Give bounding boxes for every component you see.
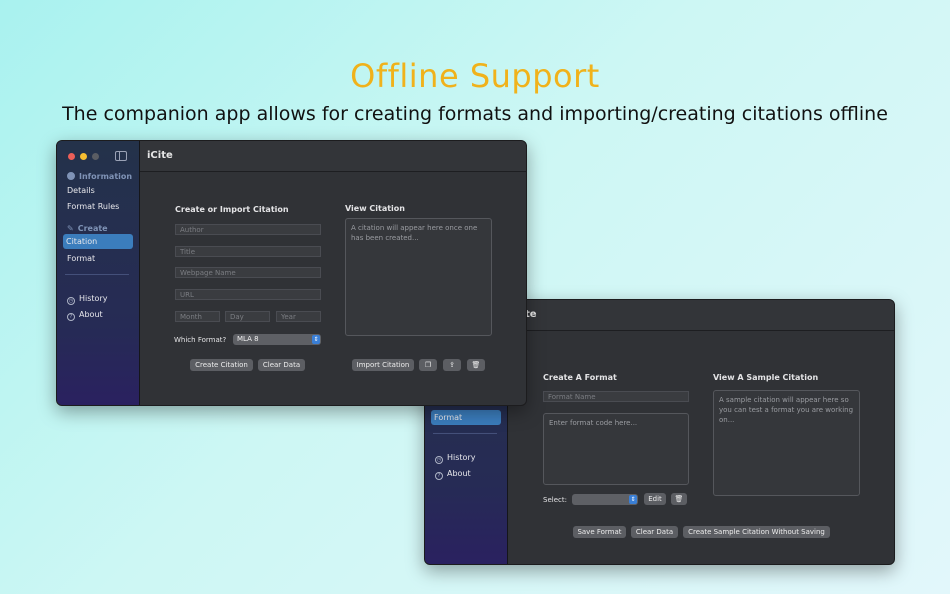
zoom-button[interactable] <box>92 153 99 160</box>
title-input[interactable]: Title <box>175 246 321 257</box>
window-title: iCite <box>147 150 173 161</box>
citation-window: Information Details Format Rules ✎ Create… <box>56 140 527 406</box>
sidebar-header-create: ✎ Create <box>67 224 108 233</box>
sample-citation-button[interactable]: Create Sample Citation Without Saving <box>683 526 830 538</box>
pencil-icon: ✎ <box>67 224 74 233</box>
create-citation-heading: Create or Import Citation <box>175 205 289 214</box>
share-icon: ⇪ <box>449 361 455 369</box>
sidebar-divider <box>433 433 497 434</box>
hero-subtitle: The companion app allows for creating fo… <box>62 103 888 125</box>
sidebar-item-details[interactable]: Details <box>67 186 95 195</box>
format-name-input[interactable]: Format Name <box>543 391 689 402</box>
format-select-value: MLA 8 <box>237 335 259 343</box>
question-icon: ? <box>435 472 443 480</box>
copy-button[interactable]: ❐ <box>419 359 437 371</box>
copy-icon: ❐ <box>424 361 432 369</box>
chevron-updown-icon: ⇕ <box>629 495 637 504</box>
format-select[interactable]: MLA 8 ⇕ <box>233 334 321 345</box>
which-format-label: Which Format? <box>174 336 227 344</box>
sidebar-item-format[interactable]: Format <box>67 254 95 263</box>
clear-format-button[interactable]: Clear Data <box>631 526 678 538</box>
save-format-button[interactable]: Save Format <box>573 526 626 538</box>
sidebar-item-format-label: Format <box>434 413 463 422</box>
edit-button[interactable]: Edit <box>644 493 666 505</box>
delete-format-button[interactable]: 🗑 <box>671 493 687 505</box>
minimize-button[interactable] <box>80 153 87 160</box>
day-input[interactable]: Day <box>225 311 270 322</box>
share-button[interactable]: ⇪ <box>443 359 461 371</box>
clear-data-button[interactable]: Clear Data <box>258 359 305 371</box>
history-label: History <box>79 294 108 303</box>
select-label: Select: <box>543 496 567 504</box>
hero-title: Offline Support <box>350 57 600 95</box>
delete-citation-button[interactable]: 🗑 <box>467 359 485 371</box>
url-input[interactable]: URL <box>175 289 321 300</box>
close-button[interactable] <box>68 153 75 160</box>
sidebar-header-information: Information <box>67 172 132 181</box>
chevron-updown-icon: ⇕ <box>312 335 320 344</box>
create-label: Create <box>77 224 108 233</box>
sidebar-divider <box>65 274 129 275</box>
format-select[interactable]: ⇕ <box>572 494 638 505</box>
citation-window-titlebar <box>140 141 526 172</box>
sample-citation-display: A sample citation will appear here so yo… <box>713 390 860 496</box>
trash-icon: 🗑 <box>674 495 684 503</box>
sidebar-toggle-icon[interactable] <box>115 151 127 161</box>
sample-citation-heading: View A Sample Citation <box>713 373 819 382</box>
create-citation-button[interactable]: Create Citation <box>190 359 253 371</box>
webpage-name-input[interactable]: Webpage Name <box>175 267 321 278</box>
information-label: Information <box>79 172 133 181</box>
about-label: About <box>447 469 471 478</box>
view-citation-heading: View Citation <box>345 204 405 213</box>
question-icon: ? <box>67 313 75 321</box>
format-code-textarea[interactable]: Enter format code here... <box>543 413 689 485</box>
clock-icon: ◷ <box>67 297 75 305</box>
sidebar-item-history[interactable]: ◷ History <box>435 453 475 464</box>
citation-window-sidebar: Information Details Format Rules ✎ Create… <box>57 141 140 405</box>
year-input[interactable]: Year <box>276 311 321 322</box>
history-label: History <box>447 453 476 462</box>
format-window-titlebar <box>508 300 894 331</box>
import-citation-button[interactable]: Import Citation <box>352 359 414 371</box>
sidebar-item-format-rules[interactable]: Format Rules <box>67 202 119 211</box>
about-label: About <box>79 310 103 319</box>
sidebar-item-history[interactable]: ◷ History <box>67 294 107 305</box>
clock-icon: ◷ <box>435 456 443 464</box>
citation-display: A citation will appear here once one has… <box>345 218 492 336</box>
month-input[interactable]: Month <box>175 311 220 322</box>
sidebar-item-citation-label: Citation <box>66 237 98 246</box>
info-icon <box>67 172 75 180</box>
sidebar-item-about[interactable]: ? About <box>67 310 103 321</box>
author-input[interactable]: Author <box>175 224 321 235</box>
create-format-heading: Create A Format <box>543 373 617 382</box>
trash-icon: 🗑 <box>471 361 481 369</box>
sidebar-item-about[interactable]: ? About <box>435 469 471 480</box>
